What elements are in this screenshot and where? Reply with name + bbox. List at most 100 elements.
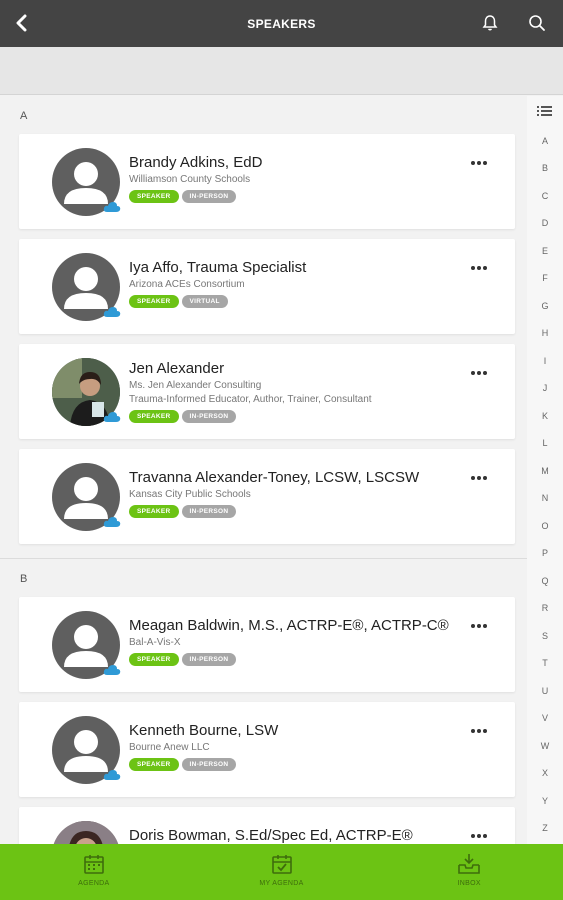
index-letter-u[interactable]: U [527, 686, 563, 696]
speaker-organization: Arizona ACEs Consortium [129, 279, 245, 290]
alphabet-index: A B C D E F G H I J K L M N O P Q R S T … [527, 96, 563, 844]
index-letter-a[interactable]: A [527, 136, 563, 146]
speaker-type-badge: SPEAKER [129, 295, 179, 308]
speaker-name: Travanna Alexander-Toney, LCSW, LSCSW [129, 469, 420, 486]
index-letter-w[interactable]: W [527, 741, 563, 751]
section-header: A [20, 110, 28, 122]
page-title: SPEAKERS [247, 16, 316, 31]
speaker-name: Kenneth Bourne, LSW [129, 722, 279, 739]
index-letter-v[interactable]: V [527, 713, 563, 723]
more-options-button[interactable] [471, 623, 487, 629]
attendance-format-badge: IN-PERSON [181, 758, 237, 771]
cloud-icon [103, 202, 121, 212]
speaker-type-badge: SPEAKER [129, 758, 179, 771]
section-a: A Brandy Adkins, EdD Williamson County S… [0, 96, 527, 544]
nav-agenda[interactable]: AGENDA [0, 844, 188, 900]
filter-bar [0, 47, 563, 95]
more-options-button[interactable] [471, 475, 487, 481]
speaker-type-badge: SPEAKER [129, 505, 179, 518]
nav-my-agenda[interactable]: MY AGENDA [188, 844, 376, 900]
speaker-badges: SPEAKER IN-PERSON [129, 410, 475, 423]
cloud-icon [103, 517, 121, 527]
speaker-info: Jen Alexander Ms. Jen Alexander Consulti… [129, 360, 475, 423]
speaker-info: Brandy Adkins, EdD Williamson County Sch… [129, 154, 475, 203]
index-letter-s[interactable]: S [527, 631, 563, 641]
speaker-card[interactable]: Travanna Alexander-Toney, LCSW, LSCSW Ka… [19, 449, 515, 544]
speaker-info: Meagan Baldwin, M.S., ACTRP-E®, ACTRP-C®… [129, 617, 475, 666]
calendar-check-icon [271, 855, 292, 874]
index-letter-y[interactable]: Y [527, 796, 563, 806]
back-button[interactable] [10, 12, 32, 34]
speaker-organization: Bourne Anew LLC [129, 742, 210, 753]
search-button[interactable] [527, 13, 549, 35]
speaker-card[interactable]: Kenneth Bourne, LSW Bourne Anew LLC SPEA… [19, 702, 515, 797]
speaker-card[interactable]: Doris Bowman, S.Ed/Spec Ed, ACTRP-E® [19, 807, 515, 844]
speaker-role: Trauma-Informed Educator, Author, Traine… [129, 394, 372, 405]
index-letter-i[interactable]: I [527, 356, 563, 366]
index-letter-g[interactable]: G [527, 301, 563, 311]
notifications-button[interactable] [480, 13, 502, 35]
section-header: B [20, 573, 28, 585]
index-letter-t[interactable]: T [527, 658, 563, 668]
speaker-card[interactable]: Brandy Adkins, EdD Williamson County Sch… [19, 134, 515, 229]
top-bar: SPEAKERS [0, 0, 563, 47]
bell-icon [482, 15, 498, 31]
speaker-card[interactable]: Meagan Baldwin, M.S., ACTRP-E®, ACTRP-C®… [19, 597, 515, 692]
index-letter-x[interactable]: X [527, 768, 563, 778]
speaker-type-badge: SPEAKER [129, 410, 179, 423]
inbox-download-icon [458, 854, 480, 874]
cloud-icon [103, 307, 121, 317]
index-letter-j[interactable]: J [527, 383, 563, 393]
attendance-format-badge: IN-PERSON [181, 505, 237, 518]
more-options-button[interactable] [471, 728, 487, 734]
speaker-type-badge: SPEAKER [129, 190, 179, 203]
more-options-button[interactable] [471, 370, 487, 376]
index-letter-z[interactable]: Z [527, 823, 563, 833]
nav-my-agenda-label: MY AGENDA [259, 880, 304, 887]
chevron-left-icon [16, 14, 27, 32]
speaker-badges: SPEAKER IN-PERSON [129, 505, 475, 518]
nav-agenda-label: AGENDA [78, 880, 110, 887]
speaker-badges: SPEAKER IN-PERSON [129, 190, 475, 203]
index-letter-q[interactable]: Q [527, 576, 563, 586]
speaker-info: Iya Affo, Trauma Specialist Arizona ACEs… [129, 259, 475, 308]
attendance-format-badge: IN-PERSON [181, 190, 237, 203]
speaker-info: Doris Bowman, S.Ed/Spec Ed, ACTRP-E® [129, 827, 475, 844]
speaker-organization: Williamson County Schools [129, 174, 251, 185]
index-letter-b[interactable]: B [527, 163, 563, 173]
speaker-name: Meagan Baldwin, M.S., ACTRP-E®, ACTRP-C® [129, 617, 449, 634]
attendance-format-badge: IN-PERSON [181, 653, 237, 666]
cloud-icon [103, 770, 121, 780]
calendar-icon [84, 855, 104, 874]
speaker-type-badge: SPEAKER [129, 653, 179, 666]
index-letter-o[interactable]: O [527, 521, 563, 531]
speaker-card[interactable]: Iya Affo, Trauma Specialist Arizona ACEs… [19, 239, 515, 334]
speaker-card[interactable]: Jen Alexander Ms. Jen Alexander Consulti… [19, 344, 515, 439]
nav-inbox[interactable]: INBOX [375, 844, 563, 900]
index-letter-d[interactable]: D [527, 218, 563, 228]
speaker-badges: SPEAKER IN-PERSON [129, 758, 475, 771]
profile-photo [52, 821, 120, 844]
index-letter-c[interactable]: C [527, 191, 563, 201]
speaker-name: Iya Affo, Trauma Specialist [129, 259, 307, 276]
index-letter-m[interactable]: M [527, 466, 563, 476]
more-options-button[interactable] [471, 833, 487, 839]
index-letter-f[interactable]: F [527, 273, 563, 283]
speaker-name: Doris Bowman, S.Ed/Spec Ed, ACTRP-E® [129, 827, 413, 844]
speaker-badges: SPEAKER VIRTUAL [129, 295, 475, 308]
index-letter-l[interactable]: L [527, 438, 563, 448]
speaker-badges: SPEAKER IN-PERSON [129, 653, 475, 666]
index-letter-e[interactable]: E [527, 246, 563, 256]
index-letter-n[interactable]: N [527, 493, 563, 503]
more-options-button[interactable] [471, 265, 487, 271]
bottom-nav: AGENDA MY AGENDA INBOX [0, 844, 563, 900]
speaker-info: Travanna Alexander-Toney, LCSW, LSCSW Ka… [129, 469, 475, 518]
more-options-button[interactable] [471, 160, 487, 166]
attendance-format-badge: VIRTUAL [181, 295, 228, 308]
list-view-icon[interactable] [536, 104, 554, 118]
index-letter-h[interactable]: H [527, 328, 563, 338]
index-letter-p[interactable]: P [527, 548, 563, 558]
index-letter-k[interactable]: K [527, 411, 563, 421]
speaker-organization: Kansas City Public Schools [129, 489, 251, 500]
index-letter-r[interactable]: R [527, 603, 563, 613]
